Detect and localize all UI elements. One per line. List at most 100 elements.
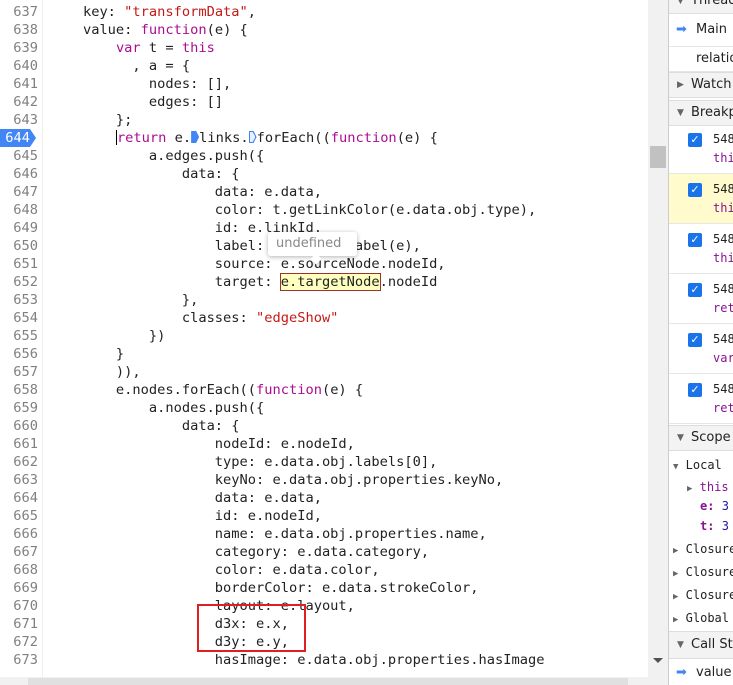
line-number[interactable]: 664 [0,489,38,507]
line-number[interactable]: 652 [0,273,38,291]
code-editor[interactable]: 637 key: "transformData", 638 value: func… [0,0,648,677]
annotation-highlight-box [197,604,306,652]
code-text: target: e.targetNode.nodeId [50,273,437,291]
scroll-down-arrow-icon[interactable] [653,658,663,663]
checkbox-checked-icon[interactable]: ✓ [688,283,702,297]
checkbox-checked-icon[interactable]: ✓ [688,133,702,147]
vertical-scrollbar[interactable] [648,0,668,677]
scope-var-t[interactable]: t: 3 [700,519,729,533]
scope-closure[interactable]: ▶ Closure [673,542,733,556]
scope-closure[interactable]: ▶ Closure [673,565,733,579]
line-number[interactable]: 650 [0,237,38,255]
breakpoint-item[interactable]: ✓ 548 this [669,174,733,224]
breakpoint-item[interactable]: ✓ 548 this [669,224,733,274]
code-line: 656 } [0,345,648,363]
breakpoint-line-number[interactable]: 644 [0,129,36,147]
line-number[interactable]: 658 [0,381,38,399]
breakpoint-item[interactable]: ✓ 548 var [669,324,733,374]
checkbox-checked-icon[interactable]: ✓ [688,383,702,397]
thread-relation[interactable]: relation [669,47,733,72]
code-text: classes: "edgeShow" [50,309,339,327]
thread-main[interactable]: ➡ Main [669,13,733,47]
code-line: 673 hasImage: e.data.obj.properties.hasI… [0,651,648,669]
code-token: value: [50,22,141,38]
line-number[interactable]: 651 [0,255,38,273]
breakpoint-item[interactable]: ✓ 548 ret [669,274,733,324]
line-number[interactable]: 666 [0,525,38,543]
breakpoints-header[interactable]: ▼Breakpoints [669,100,733,126]
line-number[interactable]: 673 [0,651,38,669]
line-number[interactable]: 653 [0,291,38,309]
line-number[interactable]: 647 [0,183,38,201]
line-number[interactable]: 637 [0,3,38,21]
inline-breakpoint-marker-icon[interactable] [248,131,257,143]
line-number[interactable]: 646 [0,165,38,183]
scope-this[interactable]: ▶ this [687,480,729,494]
expanded-triangle-icon: ▼ [677,433,684,443]
code-line: 655 }) [0,327,648,345]
line-number[interactable]: 649 [0,219,38,237]
scope-global[interactable]: ▶ Global [673,611,729,625]
call-frame-value[interactable]: ➡ value [669,660,733,685]
watch-header[interactable]: ▶ Watch [669,72,733,98]
code-line: 646 data: { [0,165,648,183]
code-token: e.nodes.forEach(( [50,382,257,398]
line-number[interactable]: 639 [0,39,38,57]
line-number[interactable]: 643 [0,111,38,129]
checkbox-checked-icon[interactable]: ✓ [688,183,702,197]
line-number[interactable]: 665 [0,507,38,525]
collapsed-triangle-icon: ▶ [673,569,679,579]
threads-header[interactable]: ▼Threads [669,0,733,14]
code-token: data: { [50,418,240,434]
code-line: 643 }; [0,111,648,129]
line-number[interactable]: 670 [0,597,38,615]
line-number[interactable]: 642 [0,93,38,111]
code-token: id: e.nodeId, [50,508,322,524]
breakpoint-item[interactable]: ✓ 548 ret [669,374,733,424]
checkbox-checked-icon[interactable]: ✓ [688,333,702,347]
breakpoint-code: this [713,201,733,215]
scope-closure[interactable]: ▶ Closure [673,588,733,602]
code-line: 639 var t = this [0,39,648,57]
call-stack-header[interactable]: ▼Call Stack [669,631,733,659]
scope-local[interactable]: ▼ Local [673,458,722,472]
scope-header[interactable]: ▼ Scope [669,425,733,451]
breakpoint-location: 548 [713,282,733,296]
line-number[interactable]: 648 [0,201,38,219]
line-number[interactable]: 661 [0,435,38,453]
code-text: keyNo: e.data.obj.properties.keyNo, [50,471,503,489]
line-number[interactable]: 654 [0,309,38,327]
line-number[interactable]: 657 [0,363,38,381]
line-number[interactable]: 669 [0,579,38,597]
code-token: color: t.getLinkColor(e.data.obj.type), [50,202,537,218]
scrollbar-thumb[interactable] [28,678,628,685]
scrollbar-thumb[interactable] [650,146,666,168]
line-number[interactable]: 660 [0,417,38,435]
expanded-triangle-icon: ▼ [677,0,684,6]
code-line: 638 value: function(e) { [0,21,648,39]
line-number[interactable]: 645 [0,147,38,165]
line-number[interactable]: 663 [0,471,38,489]
keyword-token: return [116,130,167,146]
line-number[interactable]: 667 [0,543,38,561]
line-number[interactable]: 638 [0,21,38,39]
line-number[interactable]: 659 [0,399,38,417]
horizontal-scrollbar[interactable] [0,677,668,685]
line-number[interactable]: 641 [0,75,38,93]
code-token: t = [140,40,182,56]
code-token: forEach(( [256,130,331,146]
line-number[interactable]: 668 [0,561,38,579]
line-number[interactable]: 640 [0,57,38,75]
inline-breakpoint-marker-icon[interactable] [191,131,200,143]
checkbox-checked-icon[interactable]: ✓ [688,233,702,247]
line-number[interactable]: 671 [0,615,38,633]
current-frame-arrow-icon: ➡ [676,665,687,680]
scope-var-e[interactable]: e: 3 [700,499,729,513]
code-text: }; [50,111,132,129]
line-number[interactable]: 662 [0,453,38,471]
line-number[interactable]: 656 [0,345,38,363]
code-token: nodes: [], [50,76,232,92]
breakpoint-item[interactable]: ✓ 548 this [669,124,733,174]
line-number[interactable]: 672 [0,633,38,651]
line-number[interactable]: 655 [0,327,38,345]
